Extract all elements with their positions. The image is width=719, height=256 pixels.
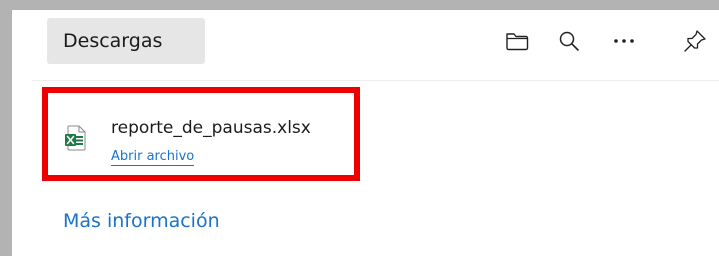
panel-title: Descargas (47, 18, 205, 64)
search-icon[interactable] (552, 24, 586, 58)
excel-file-icon (64, 125, 86, 151)
downloads-panel: Descargas reporte_de_pausas.xlsx Abrir a… (12, 10, 719, 256)
more-icon[interactable] (607, 24, 641, 58)
download-item[interactable]: reporte_de_pausas.xlsx Abrir archivo (42, 87, 360, 181)
download-file-name[interactable]: reporte_de_pausas.xlsx (111, 118, 311, 138)
more-info-link[interactable]: Más información (63, 210, 220, 232)
header-divider (32, 80, 719, 81)
open-file-link[interactable]: Abrir archivo (111, 148, 195, 166)
folder-icon[interactable] (500, 24, 534, 58)
pin-icon[interactable] (678, 24, 712, 58)
